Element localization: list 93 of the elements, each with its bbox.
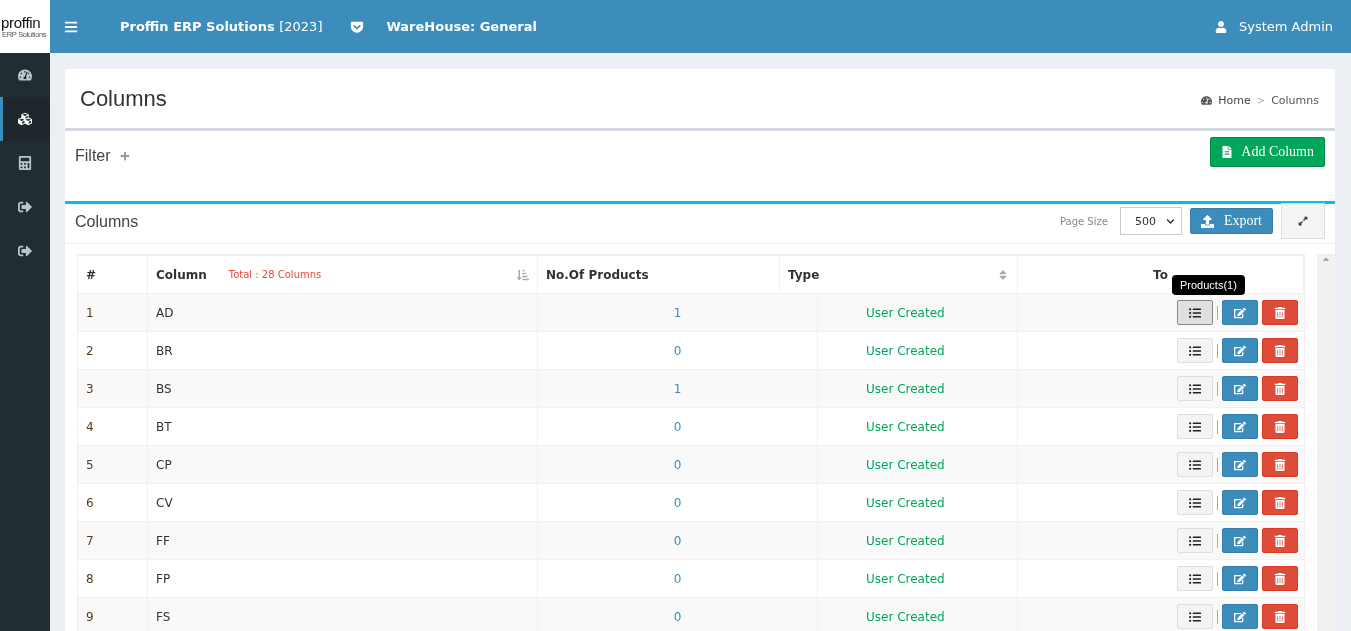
column-header[interactable]: # [86,267,97,282]
scrollbar[interactable] [1317,254,1335,631]
products-button[interactable] [1177,490,1213,515]
list-icon [1189,420,1201,433]
edit-icon [1234,572,1246,585]
list-icon [1189,496,1201,509]
document-icon [1221,146,1234,158]
sign-out-icon [18,244,32,258]
delete-button[interactable] [1262,338,1298,363]
breadcrumb-current: Columns [1271,94,1319,107]
table-cell: FS [148,598,538,631]
edit-button[interactable] [1222,452,1258,477]
trash-icon [1274,572,1286,585]
products-button[interactable] [1177,452,1213,477]
edit-button[interactable] [1222,604,1258,629]
user-icon [1214,20,1227,33]
page-size-select[interactable]: 500 [1119,207,1182,235]
sidebar-item[interactable] [0,97,50,141]
delete-button[interactable] [1262,528,1298,553]
list-icon [1189,572,1201,585]
products-button[interactable] [1177,338,1213,363]
list-icon [1189,344,1201,357]
edit-icon [1234,306,1246,319]
trash-icon [1274,610,1286,623]
edit-icon [1234,458,1246,471]
total-count: Total : 28 Columns [228,269,322,280]
filter-label: Filter [75,147,111,165]
products-button[interactable] [1177,566,1213,591]
table-cell: User Created [818,598,1018,631]
delete-button[interactable] [1262,604,1298,629]
products-button[interactable] [1177,528,1213,553]
app-title: Proffin ERP Solutions [2023] [120,19,323,34]
tooltip: Products(1) [1172,275,1245,295]
edit-button[interactable] [1222,490,1258,515]
edit-icon [1234,382,1246,395]
products-button[interactable] [1177,414,1213,439]
trash-icon [1274,306,1286,319]
sign-out-icon [18,200,32,214]
edit-button[interactable] [1222,300,1258,325]
edit-icon [1234,344,1246,357]
dashboard-icon [18,68,32,82]
edit-button[interactable] [1222,566,1258,591]
logo-name: proffin [1,14,42,30]
column-header[interactable]: Column [156,267,207,282]
table-cell: 0 [538,598,818,631]
edit-icon [1234,420,1246,433]
delete-button[interactable] [1262,452,1298,477]
export-button[interactable]: Export [1189,208,1273,234]
trash-icon [1274,496,1286,509]
edit-icon [1234,610,1246,623]
list-icon [1189,458,1201,471]
list-icon [1189,306,1201,319]
products-button[interactable] [1177,376,1213,401]
breadcrumb-separator: > [1256,95,1266,106]
warehouse-label: WareHouse: General [386,19,537,34]
list-icon [1189,534,1201,547]
trash-icon [1274,382,1286,395]
list-icon [1189,610,1201,623]
edit-button[interactable] [1222,376,1258,401]
page-title: Columns [80,85,167,112]
delete-button[interactable] [1262,414,1298,439]
products-button[interactable] [1177,604,1213,629]
column-header[interactable]: To [1153,267,1168,282]
trash-icon [1274,344,1286,357]
column-header[interactable]: No.Of Products [546,267,649,282]
dashboard-icon [1201,95,1213,106]
trash-icon [1274,420,1286,433]
table-cell: 9 [78,598,148,631]
menu-button[interactable] [64,19,78,34]
list-title: Columns [75,212,139,231]
edit-button[interactable] [1222,528,1258,553]
expand-icon [1298,216,1308,226]
edit-button[interactable] [1222,414,1258,439]
breadcrumb-link[interactable]: Home [1218,94,1251,107]
upload-icon [1200,214,1214,228]
chevron-icon [1165,216,1175,226]
edit-icon [1234,534,1246,547]
cubes-icon [18,112,32,126]
calculator-icon [18,156,32,170]
dropdown-icon[interactable] [350,19,365,34]
trash-icon [1274,458,1286,471]
delete-button[interactable] [1262,566,1298,591]
column-header[interactable]: Type [788,267,820,282]
plus-icon[interactable] [119,151,130,161]
delete-button[interactable] [1262,300,1298,325]
user-menu[interactable]: System Admin [1214,19,1333,34]
edit-button[interactable] [1222,338,1258,363]
delete-button[interactable] [1262,376,1298,401]
page-size-label: Page Size [1059,215,1108,227]
edit-icon [1234,496,1246,509]
list-icon [1189,382,1201,395]
trash-icon [1274,534,1286,547]
delete-button[interactable] [1262,490,1298,515]
